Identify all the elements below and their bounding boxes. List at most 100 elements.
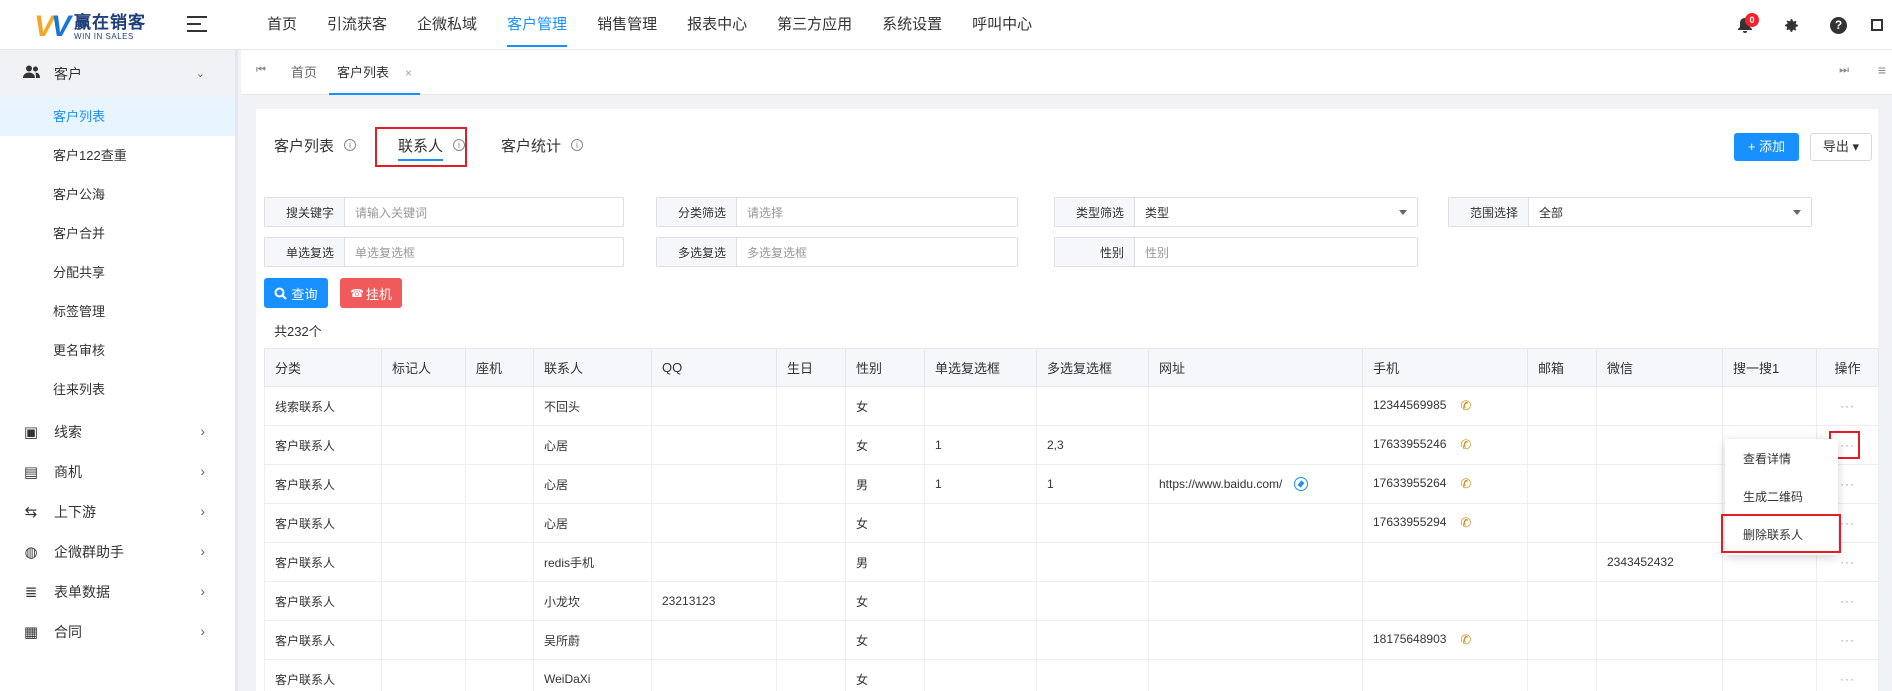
hangup-phone-icon: ☎: [350, 287, 364, 300]
highlight-box-contacts-tab: [375, 127, 467, 167]
view-detail-item[interactable]: 查看详情: [1725, 440, 1838, 478]
table-row[interactable]: 客户联系人 心居 男 1 1 https://www.baidu.com/17633955…: [264, 464, 1879, 504]
multi-choice-input[interactable]: 多选复选框: [737, 238, 1017, 266]
topnav-item-8[interactable]: 呼叫中心: [957, 0, 1047, 50]
chevron-right-icon: ›: [200, 463, 205, 480]
topnav-item-5[interactable]: 报表中心: [672, 0, 762, 50]
sidebar-item-7[interactable]: 往来列表: [0, 370, 235, 409]
table-row[interactable]: 客户联系人 心居 女 17633955294 ✆ ···: [264, 503, 1879, 543]
more-actions-button[interactable]: ···: [1840, 477, 1855, 491]
brand-name: 赢在销客: [74, 12, 147, 32]
menu-toggle-icon[interactable]: [187, 16, 207, 32]
export-button[interactable]: 导出 ▾: [1810, 133, 1872, 161]
subtab-2[interactable]: 客户统计 i: [501, 125, 584, 165]
highlight-box-delete-contact: [1721, 514, 1841, 553]
category-filter: 分类筛选 请选择: [656, 197, 1018, 227]
table-cell: 17633955264: [1373, 476, 1447, 491]
sidebar-item-2[interactable]: 客户公海: [0, 175, 235, 214]
moon-icon[interactable]: [1674, 0, 1721, 50]
table-row[interactable]: 客户联系人 WeiDaXi 女 ···: [264, 659, 1879, 691]
tab-customer-list[interactable]: 客户列表 ×: [329, 50, 421, 95]
table-cell: 客户联系人: [275, 672, 336, 687]
sidebar-group-4[interactable]: ≣ 表单数据 ›: [0, 572, 235, 612]
contacts-table: 分类 标记人 座机 联系人 QQ 生日 性别 单选复选框 多选复选框 网址 手机 邮箱 微信 搜一搜1 操作…: [264, 348, 1879, 691]
subtab-0[interactable]: 客户列表 i: [274, 125, 357, 165]
more-actions-button[interactable]: ···: [1840, 555, 1855, 569]
topnav-item-6[interactable]: 第三方应用: [762, 0, 867, 50]
sidebar-item-3[interactable]: 客户合并: [0, 214, 235, 253]
sidebar-group-3[interactable]: ◍ 企微群助手 ›: [0, 532, 235, 572]
wechat-icon: ◍: [24, 544, 38, 561]
more-actions-button[interactable]: ···: [1840, 672, 1855, 686]
single-choice-input[interactable]: 单选复选框: [345, 238, 623, 266]
topnav-item-1[interactable]: 引流获客: [312, 0, 402, 50]
column-header: 联系人: [533, 348, 652, 387]
topnav-item-3[interactable]: 客户管理: [492, 0, 582, 50]
table-row[interactable]: 客户联系人 心居女 1 2,3 17633955246 ✆ ···: [264, 425, 1879, 465]
first-tab-icon[interactable]: ⏮: [256, 64, 266, 77]
gender-input[interactable]: 性别: [1135, 238, 1417, 266]
more-actions-button[interactable]: ···: [1840, 594, 1855, 608]
sidebar-group-5[interactable]: ▦ 合同 ›: [0, 612, 235, 652]
sidebar-item-5[interactable]: 标签管理: [0, 292, 235, 331]
sidebar-item-6[interactable]: 更名审核: [0, 331, 235, 370]
table-row[interactable]: 客户联系人 redis手机 男 2343452432 ···: [264, 542, 1879, 582]
table-cell: 2343452432: [1607, 555, 1674, 569]
phone-call-icon[interactable]: ✆: [1460, 632, 1471, 648]
generate-qrcode-item[interactable]: 生成二维码: [1725, 478, 1838, 516]
hangup-button[interactable]: ☎ 挂机: [340, 278, 402, 308]
phone-call-icon[interactable]: ✆: [1460, 476, 1471, 492]
info-icon: i: [344, 139, 357, 151]
sidebar-item-4[interactable]: 分配共享: [0, 253, 235, 292]
phone-call-icon[interactable]: ✆: [1460, 398, 1471, 414]
type-select[interactable]: 类型: [1135, 198, 1417, 226]
query-button[interactable]: 查询: [264, 278, 328, 308]
category-select[interactable]: 请选择: [737, 198, 1017, 226]
brand-tagline: WIN IN SALES: [74, 31, 134, 41]
compass-icon[interactable]: [1294, 477, 1309, 492]
topnav-item-4[interactable]: 销售管理: [582, 0, 672, 50]
brand-logo[interactable]: VV 赢在销客 WIN IN SALES: [34, 12, 146, 42]
table-row[interactable]: 线索联系人 不回头 女 12344569985 ✆ ···: [264, 386, 1879, 426]
column-header: 微信: [1596, 348, 1723, 387]
tab-home[interactable]: 首页: [291, 50, 317, 95]
add-button[interactable]: + 添加: [1734, 133, 1799, 161]
topnav-item-2[interactable]: 企微私域: [402, 0, 492, 50]
more-actions-button[interactable]: ···: [1840, 633, 1855, 647]
table-cell: 小龙坎: [544, 594, 581, 609]
column-header: 标记人: [381, 348, 466, 387]
chevron-down-icon: ⌄: [195, 67, 205, 80]
last-tab-icon[interactable]: ⏭: [1839, 64, 1849, 77]
keyword-input[interactable]: 请输入关键词: [345, 198, 623, 226]
total-count: 共232个: [274, 324, 322, 339]
range-select[interactable]: 全部: [1529, 198, 1811, 226]
gear-icon[interactable]: [1768, 0, 1815, 50]
sidebar-item-0[interactable]: 客户列表: [0, 97, 235, 136]
notification-badge: 0: [1745, 13, 1759, 27]
caret-down-icon: [1793, 210, 1801, 215]
table-row[interactable]: 客户联系人 吴所蔚 女 18175648903 ✆ ···: [264, 620, 1879, 660]
topnav-item-0[interactable]: 首页: [252, 0, 312, 50]
close-icon[interactable]: ×: [405, 66, 412, 80]
tab-menu-icon[interactable]: ≡: [1878, 62, 1886, 78]
phone-call-icon[interactable]: ✆: [1460, 437, 1471, 453]
more-icon[interactable]: [1862, 0, 1892, 50]
sidebar-group-1[interactable]: ▤ 商机 ›: [0, 452, 235, 492]
more-actions-button[interactable]: ···: [1840, 399, 1855, 413]
column-header: 分类: [264, 348, 382, 387]
help-icon[interactable]: ?: [1815, 0, 1862, 50]
column-header: 搜一搜1: [1722, 348, 1817, 387]
phone-call-icon[interactable]: ✆: [1460, 515, 1471, 531]
table-row[interactable]: 客户联系人 小龙坎 23213123 女 ···: [264, 581, 1879, 621]
table-cell: 1: [935, 438, 942, 452]
sidebar-item-1[interactable]: 客户122查重: [0, 136, 235, 175]
sidebar-group-2[interactable]: ⇆ 上下游 ›: [0, 492, 235, 532]
table-cell: 1: [935, 477, 942, 491]
sidebar-group-customer[interactable]: 客户 ⌄: [0, 50, 235, 97]
bell-icon[interactable]: 0: [1721, 0, 1768, 50]
topnav-item-7[interactable]: 系统设置: [867, 0, 957, 50]
sidebar-group-0[interactable]: ▣ 线索 ›: [0, 412, 235, 452]
table-cell: WeiDaXi: [544, 672, 591, 686]
table-cell: 线索联系人: [275, 399, 336, 414]
more-actions-button[interactable]: ···: [1840, 516, 1855, 530]
